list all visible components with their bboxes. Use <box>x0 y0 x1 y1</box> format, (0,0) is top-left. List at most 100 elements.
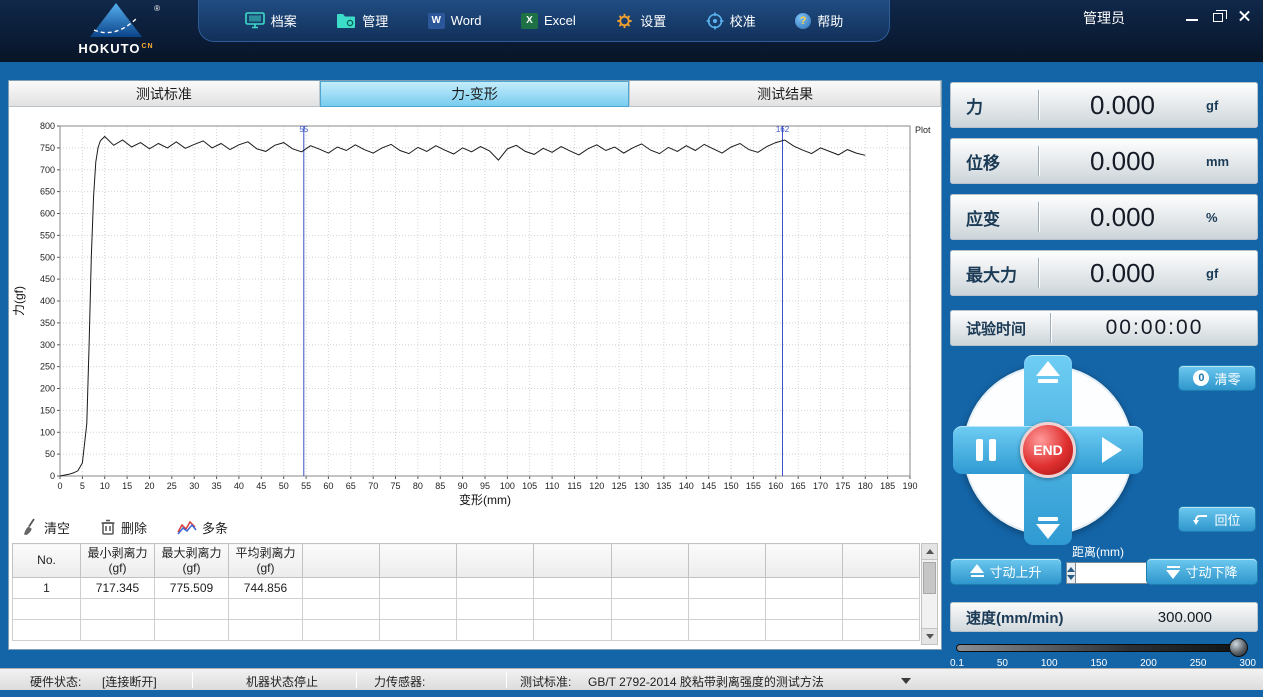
cell-empty <box>765 620 842 641</box>
stepper-arrows[interactable] <box>1066 562 1076 584</box>
menu-item-excel[interactable]: X Excel <box>521 13 576 29</box>
table-scrollbar[interactable] <box>921 543 938 645</box>
multi-curve-button[interactable]: 多条 <box>177 518 228 537</box>
cell-empty <box>303 620 380 641</box>
pause-button[interactable] <box>976 439 996 461</box>
svg-text:500: 500 <box>40 252 55 262</box>
registered-mark: ® <box>154 4 160 13</box>
clear-curves-button[interactable]: 清空 <box>21 518 70 537</box>
col-header-unit: (gf) <box>81 561 154 576</box>
close-icon[interactable] <box>1238 10 1251 23</box>
end-button[interactable]: END <box>1020 422 1076 478</box>
move-up-button[interactable] <box>1036 361 1060 386</box>
standard-dropdown-icon[interactable] <box>901 678 911 684</box>
menu-item-archive[interactable]: 档案 <box>245 11 297 30</box>
readout-label: 位移 <box>950 149 1038 174</box>
scrollbar-thumb[interactable] <box>923 562 936 594</box>
jog-up-label: 寸动上升 <box>989 562 1041 581</box>
play-button[interactable] <box>1102 437 1122 463</box>
col-header-min-peel: 最小剥离力(gf) <box>81 544 155 578</box>
svg-text:75: 75 <box>390 481 400 491</box>
col-header-text: 平均剥离力 <box>229 546 302 561</box>
cell-empty <box>303 599 380 620</box>
menu-label-word: Word <box>451 13 482 28</box>
tab-force-deformation[interactable]: 力-变形 <box>320 81 631 107</box>
move-down-button[interactable] <box>1036 514 1060 539</box>
svg-text:10: 10 <box>100 481 110 491</box>
return-arrow-icon <box>1193 512 1209 526</box>
zero-icon: 0 <box>1193 370 1209 386</box>
col-header-empty <box>534 544 611 578</box>
svg-text:Plot: Plot <box>915 125 931 135</box>
cell-empty <box>765 599 842 620</box>
cell-max-peel: 775.509 <box>155 578 229 599</box>
restore-icon[interactable] <box>1213 13 1223 22</box>
speed-label: 速度(mm/min) <box>966 607 1064 628</box>
speed-slider-knob[interactable] <box>1229 638 1248 657</box>
svg-text:60: 60 <box>323 481 333 491</box>
svg-text:150: 150 <box>724 481 739 491</box>
cell-empty <box>457 578 534 599</box>
trash-icon <box>100 518 116 536</box>
cell-empty <box>688 578 765 599</box>
minimize-icon[interactable] <box>1186 19 1198 21</box>
menu-label-help: 帮助 <box>817 11 843 30</box>
svg-text:150: 150 <box>40 405 55 415</box>
excel-icon: X <box>521 13 538 29</box>
menu-item-manage[interactable]: 管理 <box>336 11 388 30</box>
tab-test-results[interactable]: 测试结果 <box>630 81 941 107</box>
stepper-down-icon[interactable] <box>1067 575 1075 580</box>
force-deformation-chart[interactable]: 0501001502002503003504004505005506006507… <box>10 107 940 509</box>
svg-text:5: 5 <box>80 481 85 491</box>
svg-text:170: 170 <box>813 481 828 491</box>
col-header-unit: (gf) <box>229 561 302 576</box>
svg-text:190: 190 <box>902 481 917 491</box>
svg-text:70: 70 <box>368 481 378 491</box>
cell-avg-peel: 744.856 <box>229 578 303 599</box>
scroll-up-icon[interactable] <box>922 544 937 560</box>
svg-text:185: 185 <box>880 481 895 491</box>
menu-item-settings[interactable]: 设置 <box>615 11 666 30</box>
svg-text:650: 650 <box>40 187 55 197</box>
cell-empty <box>457 599 534 620</box>
cell-empty <box>611 620 688 641</box>
svg-text:85: 85 <box>435 481 445 491</box>
readout-label: 力 <box>950 93 1038 118</box>
svg-text:140: 140 <box>679 481 694 491</box>
stepper-up-icon[interactable] <box>1067 567 1075 572</box>
delete-button[interactable]: 删除 <box>100 518 147 537</box>
cell-empty <box>765 578 842 599</box>
cell-empty <box>13 620 81 641</box>
status-bar: 硬件状态: [连接断开] 机器状态: 停止 力传感器: 测试标准: GB/T 2… <box>0 668 1263 690</box>
divider <box>506 672 507 688</box>
tab-bar: 测试标准 力-变形 测试结果 <box>9 81 941 107</box>
svg-text:115: 115 <box>567 481 581 491</box>
zero-button[interactable]: 0 清零 <box>1178 365 1256 391</box>
svg-text:15: 15 <box>122 481 132 491</box>
col-header-no: No. <box>13 544 81 578</box>
results-table: No. 最小剥离力(gf) 最大剥离力(gf) 平均剥离力(gf) 1 717.… <box>12 543 920 641</box>
tab-test-standard[interactable]: 测试标准 <box>9 81 320 107</box>
cell-empty <box>380 578 457 599</box>
return-home-button[interactable]: 回位 <box>1178 506 1256 532</box>
cell-empty <box>380 620 457 641</box>
col-header-empty <box>765 544 842 578</box>
scroll-down-icon[interactable] <box>922 628 937 644</box>
jog-down-button[interactable]: 寸动下降 <box>1146 558 1258 585</box>
menu-item-word[interactable]: W Word <box>428 13 482 29</box>
jog-up-button[interactable]: 寸动上升 <box>950 558 1062 585</box>
target-icon <box>706 12 724 30</box>
cell-min-peel: 717.345 <box>81 578 155 599</box>
readout-max-force: 最大力 0.000 gf <box>950 250 1258 296</box>
test-standard-label: 测试标准: <box>520 673 571 690</box>
jog-up-icon <box>970 564 984 580</box>
cell-empty <box>842 599 919 620</box>
svg-text:250: 250 <box>40 362 55 372</box>
menu-item-calibrate[interactable]: 校准 <box>706 11 756 30</box>
svg-text:110: 110 <box>545 481 559 491</box>
readout-strain: 应变 0.000 % <box>950 194 1258 240</box>
menu-item-help[interactable]: ? 帮助 <box>795 11 843 30</box>
table-row[interactable]: 1 717.345 775.509 744.856 <box>13 578 920 599</box>
speed-slider-track[interactable] <box>956 644 1248 652</box>
svg-text:200: 200 <box>40 384 55 394</box>
